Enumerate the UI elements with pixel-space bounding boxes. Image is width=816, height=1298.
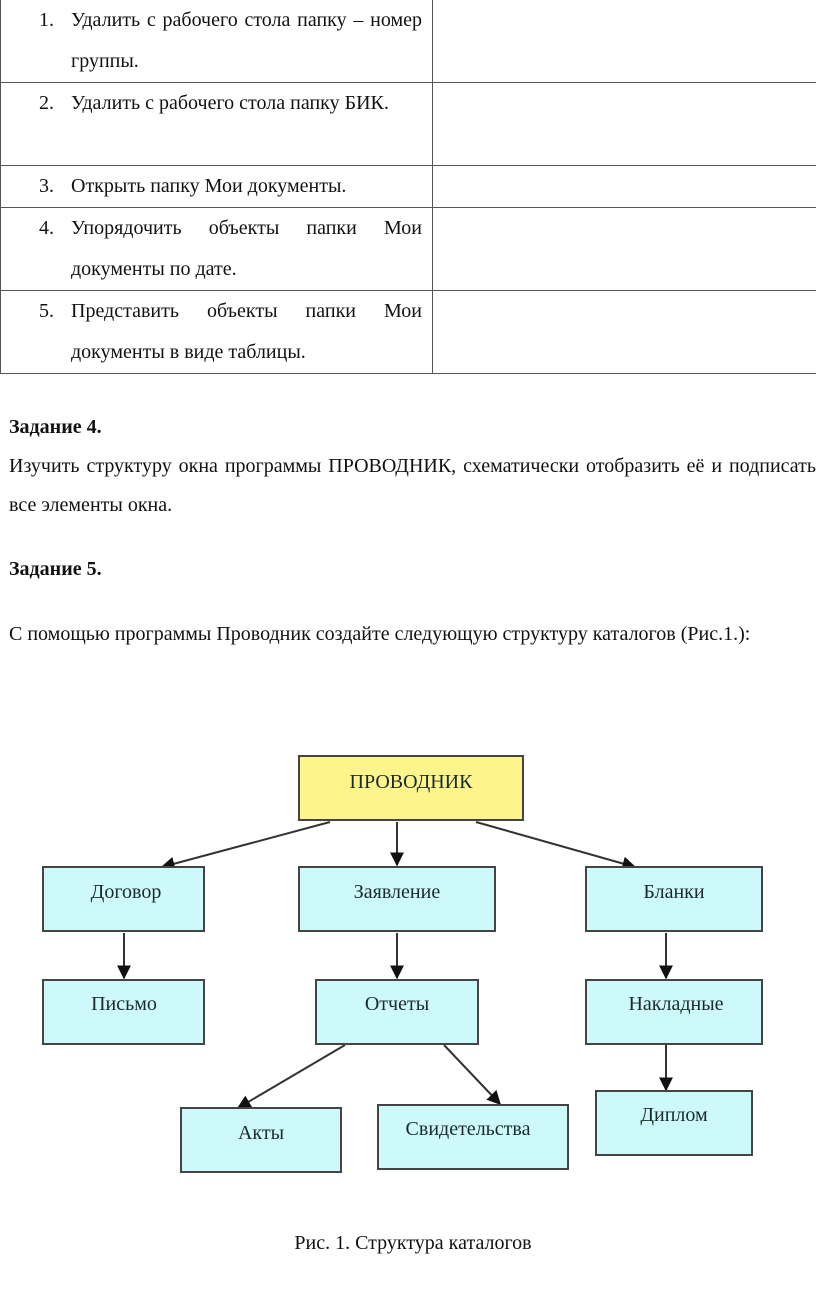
node-label: Письмо — [91, 993, 157, 1015]
node-label: Свидетельства — [406, 1118, 531, 1140]
answer-cell — [432, 207, 816, 291]
row-text: Открыть папку Мои документы. — [71, 175, 347, 197]
node-label: Договор — [91, 881, 162, 903]
answer-cell — [432, 165, 816, 208]
node-svidetelstva: Свидетельства — [377, 1104, 569, 1170]
table-row: 3. Открыть папку Мои документы. — [0, 165, 816, 208]
node-label: Бланки — [643, 881, 704, 903]
node-label: Диплом — [640, 1104, 708, 1126]
node-label: Заявление — [354, 881, 441, 903]
row-text: Упорядочить объекты папки Мои документы … — [71, 217, 422, 280]
node-pismo: Письмо — [42, 979, 205, 1045]
row-number: 5. — [39, 300, 54, 322]
row-number: 4. — [39, 217, 54, 239]
task-table: 1. Удалить с рабочего стола папку – номер… — [0, 0, 816, 374]
folder-structure-diagram: ПРОВОДНИК Договор Заявление Бланки Письм… — [42, 755, 763, 1173]
table-row: 5. Представить объекты папки Мои документ… — [0, 290, 816, 374]
figure-caption: Рис. 1. Структура каталогов — [294, 1232, 532, 1254]
node-diplom: Диплом — [595, 1090, 753, 1156]
connector-root-blanki — [475, 821, 637, 871]
task-cell: 1. Удалить с рабочего стола папку – номер… — [0, 0, 433, 83]
row-text: Представить объекты папки Мои документы … — [71, 300, 422, 363]
node-label: Акты — [238, 1122, 284, 1144]
answer-cell — [432, 82, 816, 166]
task-cell: 3. Открыть папку Мои документы. — [0, 165, 433, 208]
node-root: ПРОВОДНИК — [298, 755, 524, 821]
row-text: Удалить с рабочего стола папку БИК. — [71, 92, 389, 114]
node-akty: Акты — [180, 1107, 342, 1173]
task5-text: С помощью программы Проводник создайте с… — [9, 623, 751, 645]
row-number: 1. — [39, 9, 54, 31]
task4-heading: Задание 4. — [9, 416, 102, 438]
node-nakladnye: Накладные — [585, 979, 763, 1045]
connector-root-dogovor — [160, 821, 331, 871]
table-row: 1. Удалить с рабочего стола папку – номер… — [0, 0, 816, 83]
task-cell: 5. Представить объекты папки Мои документ… — [0, 290, 433, 374]
task-cell: 2. Удалить с рабочего стола папку БИК. — [0, 82, 433, 166]
node-zayavlenie: Заявление — [298, 866, 496, 932]
task-cell: 4. Упорядочить объекты папки Мои документ… — [0, 207, 433, 291]
row-number: 2. — [39, 92, 54, 114]
node-otchety: Отчеты — [315, 979, 479, 1045]
node-dogovor: Договор — [42, 866, 205, 932]
node-label: Накладные — [628, 993, 723, 1015]
row-number: 3. — [39, 175, 54, 197]
node-root-label: ПРОВОДНИК — [350, 771, 474, 793]
connector-otchety-svidetelstva — [443, 1044, 501, 1106]
node-blanki: Бланки — [585, 866, 763, 932]
task5-heading: Задание 5. — [9, 558, 102, 580]
node-label: Отчеты — [365, 993, 429, 1015]
table-row: 4. Упорядочить объекты папки Мои документ… — [0, 207, 816, 291]
answer-cell — [432, 290, 816, 374]
row-text: Удалить с рабочего стола папку – номер г… — [71, 9, 422, 72]
task4-text: Изучить структуру окна программы ПРОВОДН… — [9, 455, 816, 516]
answer-cell — [432, 0, 816, 83]
connector-otchety-akty — [236, 1044, 346, 1109]
table-row: 2. Удалить с рабочего стола папку БИК. — [0, 82, 816, 166]
